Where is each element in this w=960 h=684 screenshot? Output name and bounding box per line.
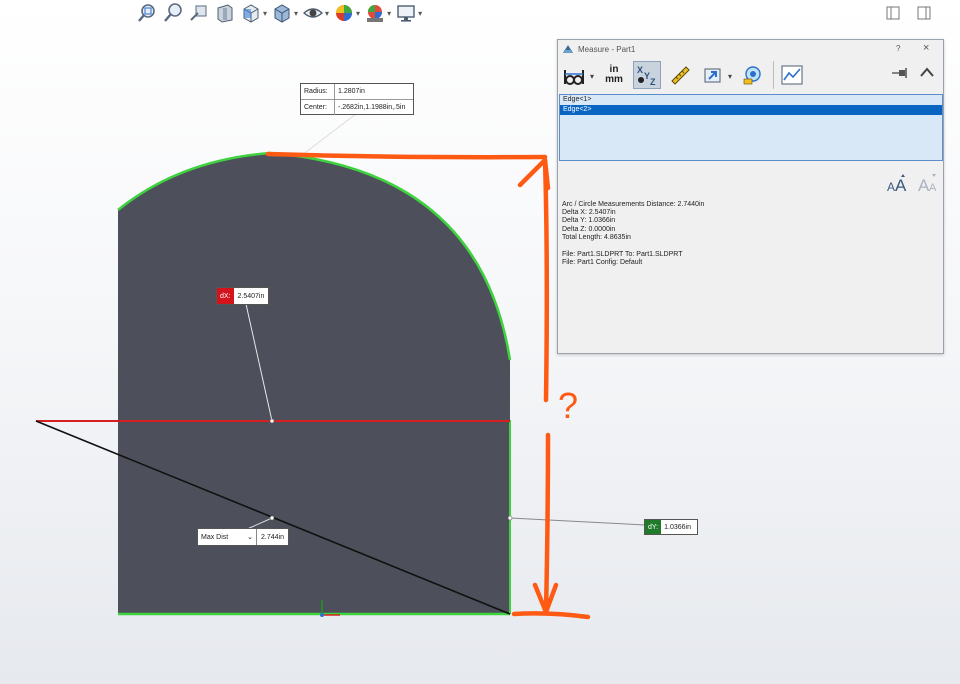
close-button[interactable]: ×	[923, 42, 929, 54]
pin-icon	[892, 68, 907, 78]
delta-y-tag: dY:	[645, 520, 662, 534]
measurement-results: Arc / Circle Measurements Distance: 2.74…	[562, 201, 704, 267]
ruler-icon	[671, 66, 690, 85]
part-face[interactable]	[118, 153, 510, 614]
dialog-title-bar[interactable]: Measure - Part1 ? ×	[558, 40, 943, 58]
dialog-title: Measure - Part1	[578, 44, 636, 54]
svg-text:A: A	[929, 182, 937, 193]
xyz-measurements-icon: XYZ	[637, 65, 656, 86]
arc-circle-options-button[interactable]: ▾	[561, 61, 594, 89]
dropdown-caret-icon: ▾	[589, 72, 594, 81]
result-line: Arc / Circle Measurements Distance: 2.74…	[562, 201, 705, 208]
delta-x-value: 2.5407in	[237, 292, 265, 300]
measurement-history-button[interactable]	[738, 61, 766, 89]
projected-on-button[interactable]: ▾	[699, 61, 732, 89]
dy-leader	[509, 517, 646, 526]
max-distance-value: 2.744in	[261, 533, 284, 541]
dropdown-caret-icon: ▾	[727, 72, 732, 81]
distance-type-select[interactable]: Max Dist ⌄	[198, 529, 257, 545]
result-line: Delta X: 2.5407in	[562, 209, 616, 217]
delta-x-callout[interactable]: dX: 2.5407in	[216, 287, 270, 305]
result-line: Delta Y: 1.0366in	[562, 217, 616, 225]
increase-font-icon[interactable]: AA	[886, 173, 908, 193]
distance-type-value: Max Dist	[201, 533, 229, 541]
measure-dialog: Measure - Part1 ? × ▾ in mm XYZ ▾ Edge<1…	[557, 39, 944, 354]
chevron-down-icon: ⌄	[247, 534, 253, 541]
result-line: Delta Z: 0.0000in	[562, 225, 616, 233]
delta-y-callout[interactable]: dY: 1.0366in	[644, 519, 698, 535]
svg-text:Z: Z	[650, 77, 656, 86]
radius-callout[interactable]: Radius: 1.2807in Center: -.2682in,1.1988…	[300, 83, 414, 115]
decrease-font-icon[interactable]: AA	[917, 173, 939, 193]
units-bottom: mm	[605, 74, 623, 85]
selection-item[interactable]: Edge<1>	[560, 95, 942, 105]
result-line: File: Part1 Config: Default	[562, 259, 643, 267]
show-xyz-measurements-button[interactable]: XYZ	[633, 61, 661, 89]
selection-item-selected[interactable]: Edge<2>	[560, 105, 942, 115]
chevron-up-icon	[920, 67, 934, 77]
radius-value: 1.2807in	[338, 88, 365, 95]
font-size-controls: AA AA	[886, 173, 939, 193]
center-value: -.2682in,1.1988in,.5in	[338, 104, 406, 111]
svg-text:X: X	[637, 65, 643, 75]
units-precision-button[interactable]: in mm	[600, 61, 628, 89]
arc-circle-measure-icon	[564, 70, 584, 85]
svg-text:A: A	[887, 180, 895, 193]
pin-dialog-button[interactable]	[891, 66, 909, 84]
result-line: File: Part1.SLDPRT To: Part1.SLDPRT	[562, 251, 683, 259]
question-mark-annotation: ?	[558, 385, 578, 426]
create-sensor-button[interactable]	[773, 61, 806, 89]
center-label: Center:	[301, 100, 335, 115]
units-icon: in mm	[605, 65, 623, 85]
max-distance-callout: Max Dist ⌄ 2.744in	[197, 528, 289, 546]
sensor-graph-icon	[781, 65, 803, 85]
point-to-point-button[interactable]	[666, 61, 694, 89]
delta-x-tag: dX:	[217, 288, 234, 304]
measurement-history-icon	[743, 66, 761, 85]
svg-text:A: A	[895, 176, 907, 193]
result-line: Total Length: 4.8635in	[562, 233, 631, 241]
radius-label: Radius:	[301, 84, 335, 99]
help-button[interactable]: ?	[896, 44, 900, 53]
selection-list[interactable]: Edge<1> Edge<2>	[559, 94, 943, 161]
projection-arrow-icon	[704, 68, 721, 83]
measure-toolbar: ▾ in mm XYZ ▾	[558, 58, 943, 92]
delta-y-value: 1.0366in	[664, 523, 691, 531]
measure-app-icon	[563, 45, 573, 53]
collapse-dialog-button[interactable]	[919, 65, 935, 83]
radius-leader	[301, 113, 357, 156]
